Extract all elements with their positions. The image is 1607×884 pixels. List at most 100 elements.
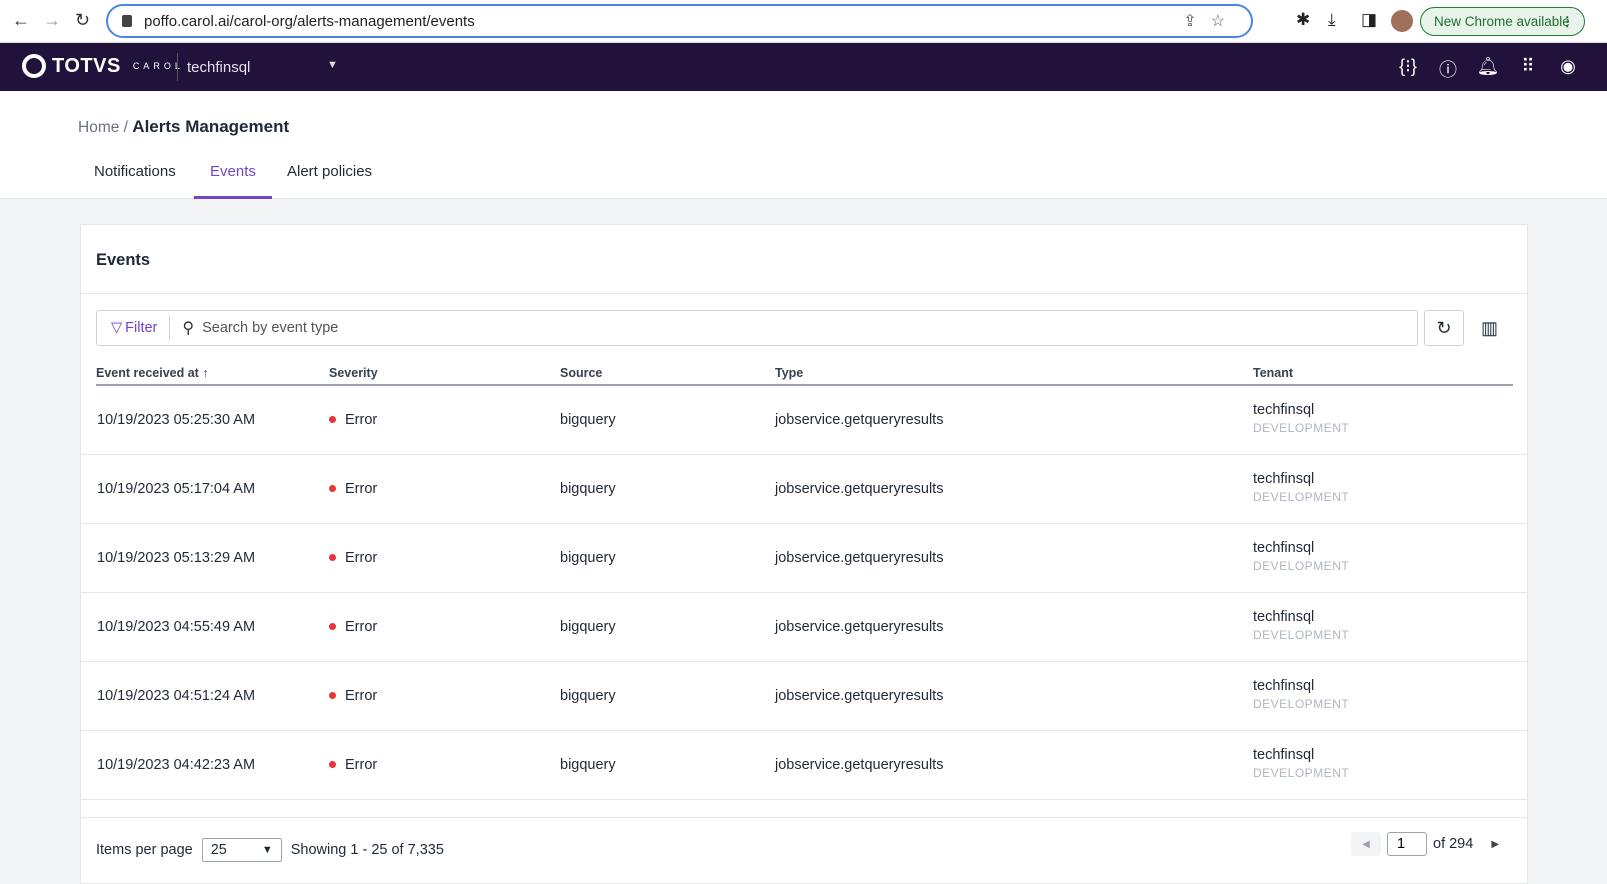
card-title: Events: [96, 251, 151, 269]
code-braces-icon[interactable]: {⁝}: [1396, 56, 1420, 77]
table-row[interactable]: 10/19/2023 04:51:24 AM Error bigquery jo…: [81, 662, 1527, 731]
page-header: Home / Alerts Management Notifications E…: [0, 91, 1607, 199]
type-cell: jobservice.getqueryresults: [775, 412, 944, 428]
environment-label: DEVELOPMENT: [1253, 490, 1350, 504]
columns-icon[interactable]: ▥: [1481, 318, 1498, 339]
page-input[interactable]: [1387, 832, 1427, 856]
column-header-severity[interactable]: Severity: [329, 366, 378, 380]
forward-icon[interactable]: →: [43, 10, 61, 31]
menu-icon: ⋮: [1560, 13, 1575, 29]
tab-notifications[interactable]: Notifications: [94, 163, 176, 199]
share-icon[interactable]: ⇪: [1183, 13, 1210, 30]
environment-label: DEVELOPMENT: [1253, 697, 1350, 711]
type-cell: jobservice.getqueryresults: [775, 619, 944, 635]
received-cell: 10/19/2023 04:55:49 AM: [97, 619, 256, 635]
type-cell: jobservice.getqueryresults: [775, 481, 944, 497]
severity-cell: Error: [329, 481, 377, 497]
error-dot-icon: [329, 485, 336, 492]
environment-label: DEVELOPMENT: [1253, 766, 1350, 780]
column-header-type[interactable]: Type: [775, 366, 803, 380]
tenant-cell: techfinsql DEVELOPMENT: [1253, 402, 1350, 435]
source-cell: bigquery: [560, 550, 616, 566]
reload-icon[interactable]: ↻: [75, 10, 90, 31]
severity-cell: Error: [329, 688, 377, 704]
items-per-page-select[interactable]: 25 ▼: [201, 838, 282, 862]
help-icon[interactable]: ⓘ: [1436, 56, 1460, 82]
pagination: ◀ of 294 ▶: [1351, 832, 1499, 856]
profile-avatar[interactable]: [1391, 10, 1413, 32]
url-text: poffo.carol.ai/carol-org/alerts-manageme…: [144, 12, 475, 30]
user-account-icon[interactable]: ◉: [1556, 56, 1580, 77]
tab-alert-policies[interactable]: Alert policies: [287, 163, 372, 199]
source-cell: bigquery: [560, 619, 616, 635]
received-cell: 10/19/2023 05:25:30 AM: [97, 412, 256, 428]
source-cell: bigquery: [560, 688, 616, 704]
tenant-cell: techfinsql DEVELOPMENT: [1253, 747, 1350, 780]
caret-down-icon: ▼: [261, 844, 273, 856]
source-cell: bigquery: [560, 412, 616, 428]
search-bar: ▽ Filter ⚲: [96, 310, 1418, 346]
search-input[interactable]: [202, 320, 1417, 336]
total-pages: of 294: [1433, 836, 1474, 852]
extensions-icon[interactable]: ✱: [1296, 10, 1310, 30]
next-page-button[interactable]: ▶: [1491, 839, 1499, 850]
showing-count: Showing 1 - 25 of 7,335: [290, 842, 444, 858]
caret-down-icon[interactable]: ▼: [327, 59, 338, 71]
page-title: Alerts Management: [132, 117, 290, 136]
tenant-selector[interactable]: techfinsql: [187, 59, 250, 76]
download-icon[interactable]: ⤓: [1328, 10, 1336, 30]
lock-icon: [122, 15, 132, 27]
search-icon: ⚲: [182, 320, 195, 337]
severity-cell: Error: [329, 550, 377, 566]
error-dot-icon: [329, 623, 336, 630]
source-cell: bigquery: [560, 757, 616, 773]
back-icon[interactable]: ←: [12, 10, 30, 31]
source-cell: bigquery: [560, 481, 616, 497]
tenant-cell: techfinsql DEVELOPMENT: [1253, 678, 1350, 711]
tab-events[interactable]: Events: [194, 163, 272, 199]
table-row[interactable]: 10/19/2023 05:13:29 AM Error bigquery jo…: [81, 524, 1527, 593]
events-card: Events ▽Filter ⚲ ↻ ▥ Event received at ↑…: [80, 224, 1528, 884]
address-bar[interactable]: poffo.carol.ai/carol-org/alerts-manageme…: [106, 4, 1253, 38]
table-row[interactable]: 10/19/2023 04:42:23 AM Error bigquery jo…: [81, 731, 1527, 800]
severity-cell: Error: [329, 412, 377, 428]
prev-page-button[interactable]: ◀: [1351, 832, 1381, 856]
totvs-logo[interactable]: TOTVS CAROL: [22, 54, 184, 78]
breadcrumb-home[interactable]: Home: [78, 119, 119, 136]
filter-icon: ▽: [111, 320, 123, 336]
bell-icon[interactable]: 🔔︎: [1476, 56, 1500, 77]
top-nav: TOTVS CAROL techfinsql ▼ {⁝} ⓘ 🔔︎ ⠿ ◉: [0, 43, 1607, 91]
type-cell: jobservice.getqueryresults: [775, 688, 944, 704]
column-header-source[interactable]: Source: [560, 366, 602, 380]
column-header-received[interactable]: Event received at ↑: [96, 366, 209, 380]
error-dot-icon: [329, 416, 336, 423]
error-dot-icon: [329, 554, 336, 561]
environment-label: DEVELOPMENT: [1253, 559, 1350, 573]
sort-asc-icon: ↑: [202, 366, 209, 380]
severity-cell: Error: [329, 757, 377, 773]
new-chrome-button[interactable]: New Chrome available ⋮: [1420, 7, 1585, 36]
error-dot-icon: [329, 761, 336, 768]
environment-label: DEVELOPMENT: [1253, 628, 1350, 642]
table-row[interactable]: 10/19/2023 04:55:49 AM Error bigquery jo…: [81, 593, 1527, 662]
type-cell: jobservice.getqueryresults: [775, 550, 944, 566]
table-row[interactable]: 10/19/2023 05:25:30 AM Error bigquery jo…: [81, 386, 1527, 455]
filter-button[interactable]: ▽ Filter: [97, 316, 171, 340]
apps-grid-icon[interactable]: ⠿: [1516, 56, 1540, 77]
star-icon[interactable]: ☆: [1211, 13, 1239, 30]
error-dot-icon: [329, 692, 336, 699]
received-cell: 10/19/2023 05:13:29 AM: [97, 550, 256, 566]
received-cell: 10/19/2023 05:17:04 AM: [97, 481, 256, 497]
table-row[interactable]: 10/19/2023 05:17:04 AM Error bigquery jo…: [81, 455, 1527, 524]
received-cell: 10/19/2023 04:42:23 AM: [97, 757, 256, 773]
breadcrumb: Home / Alerts Management: [78, 117, 290, 136]
side-panel-icon[interactable]: ◨: [1361, 10, 1377, 30]
items-per-page: Items per page 25 ▼ Showing 1 - 25 of 7,3…: [96, 838, 444, 862]
refresh-button[interactable]: ↻: [1424, 310, 1464, 346]
tenant-cell: techfinsql DEVELOPMENT: [1253, 540, 1350, 573]
column-header-tenant[interactable]: Tenant: [1253, 366, 1293, 380]
type-cell: jobservice.getqueryresults: [775, 757, 944, 773]
environment-label: DEVELOPMENT: [1253, 421, 1350, 435]
severity-cell: Error: [329, 619, 377, 635]
tenant-cell: techfinsql DEVELOPMENT: [1253, 471, 1350, 504]
